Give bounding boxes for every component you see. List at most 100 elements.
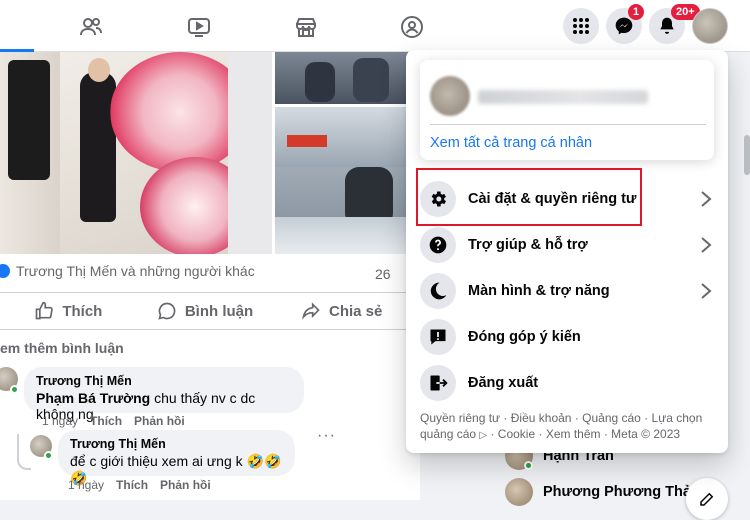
reply-meta: 1 ngày Thích Phản hồi (68, 478, 211, 492)
thumbs-up-icon (35, 301, 54, 320)
comment-count-value: 26 (375, 266, 391, 282)
top-navigation-bar: 1 20+ (0, 0, 750, 52)
menu-item-label: Màn hình & trợ năng (468, 283, 610, 299)
footer-separator: · (600, 427, 612, 441)
grid-icon (573, 18, 589, 34)
new-message-button[interactable] (686, 478, 728, 520)
comment-like-link[interactable]: Thích (90, 414, 122, 428)
share-button[interactable]: Chia sẻ (273, 293, 410, 329)
profile-card: Xem tất cả trang cá nhân (420, 60, 714, 160)
messenger-icon (615, 17, 633, 35)
see-all-profiles-link[interactable]: Xem tất cả trang cá nhân (430, 135, 592, 151)
highlight-box (416, 168, 642, 226)
footer-separator: · (640, 411, 652, 425)
groups-icon[interactable] (395, 10, 429, 44)
comment-count[interactable]: 26 (375, 266, 391, 282)
account-avatar-button[interactable] (692, 8, 728, 44)
footer-more-link[interactable]: Xem thêm (546, 427, 601, 441)
person-shape (305, 62, 335, 102)
messenger-badge: 1 (628, 4, 645, 20)
chevron-right-icon (694, 190, 718, 208)
notifications-button[interactable]: 20+ (649, 4, 700, 44)
online-indicator (44, 451, 53, 460)
like-label: Thích (62, 302, 103, 320)
menu-item-label: Trợ giúp & hỗ trợ (468, 237, 588, 253)
menu-item-help-support[interactable]: Trợ giúp & hỗ trợ (416, 222, 718, 268)
messenger-button[interactable]: 1 (606, 4, 645, 44)
divider (430, 124, 706, 125)
share-icon (302, 302, 320, 320)
reactions-text: Trương Thị Mến và những người khác (16, 263, 255, 279)
profile-avatar[interactable] (430, 76, 470, 116)
news-feed: Trương Thị Mến và những người khác 26 Th… (0, 52, 420, 500)
person-shape (353, 58, 389, 102)
help-icon (420, 227, 456, 263)
menu-item-label: Đóng góp ý kiến (468, 329, 581, 345)
chevron-right-icon (694, 282, 718, 300)
post-photo-bottom-right[interactable] (275, 107, 408, 254)
menu-item-give-feedback[interactable]: Đóng góp ý kiến (416, 314, 718, 360)
chevron-right-icon (694, 236, 718, 254)
logout-icon (420, 365, 456, 401)
like-reaction-icon (0, 264, 10, 278)
comment-button[interactable]: Bình luận (137, 293, 274, 329)
comment-icon (158, 302, 176, 320)
reply-reply-link[interactable]: Phản hồi (160, 478, 211, 492)
comment-label: Bình luận (184, 302, 254, 320)
compose-icon (700, 492, 714, 506)
contact-item[interactable]: Phương Phương Thảo (505, 478, 700, 506)
display-counter (275, 217, 408, 254)
scrollbar-thumb[interactable] (744, 135, 750, 175)
footer-separator: · (571, 411, 583, 425)
footer-separator: · (535, 427, 546, 441)
coat-on-rack (8, 60, 50, 180)
moon-icon (420, 273, 456, 309)
feedback-icon (420, 319, 456, 355)
post-actions-bar: Thích Bình luận Chia sẻ (0, 292, 410, 330)
reply-like-link[interactable]: Thích (116, 478, 148, 492)
menu-item-log-out[interactable]: Đăng xuất (416, 360, 718, 406)
comment-meta: 1 ngày Thích Phản hồi (42, 414, 185, 428)
reply-thread-line (17, 434, 31, 470)
friends-icon[interactable] (74, 10, 108, 44)
woman-figure (80, 72, 116, 222)
ad-choices-icon[interactable]: ▷ (479, 430, 487, 441)
reply-bubble: Trương Thị Mến để c giới thiệu xem ai ưn… (58, 430, 295, 486)
account-menu: Xem tất cả trang cá nhân Cài đặt & quyền… (406, 50, 728, 453)
reply-author[interactable]: Trương Thị Mến (70, 437, 283, 451)
more-options-icon[interactable]: ··· (317, 427, 336, 445)
footer-copyright: Meta © 2023 (611, 427, 681, 441)
contact-name: Phương Phương Thảo (543, 484, 700, 500)
like-button[interactable]: Thích (0, 293, 137, 329)
menu-item-label: Đăng xuất (468, 375, 539, 391)
share-label: Chia sẻ (329, 302, 383, 320)
footer-terms-link[interactable]: Điều khoản (511, 411, 572, 425)
contact-avatar (505, 478, 533, 506)
online-indicator (524, 461, 533, 470)
watch-icon[interactable] (182, 10, 216, 44)
comment-mention[interactable]: Phạm Bá Trường (36, 390, 150, 406)
marketplace-icon[interactable] (289, 10, 323, 44)
menu-grid-button[interactable] (563, 8, 599, 44)
footer-cookie-link[interactable]: Cookie (498, 427, 535, 441)
online-indicator (10, 385, 19, 394)
see-more-comments-link[interactable]: em thêm bình luận (0, 340, 124, 356)
profile-name-blurred[interactable] (478, 90, 648, 104)
comment-bubble: Trương Thị Mến Phạm Bá Trường chu thấy n… (24, 367, 304, 422)
comment-author[interactable]: Trương Thị Mến (36, 374, 292, 388)
post-photo-main[interactable] (0, 52, 272, 254)
reply-time[interactable]: 1 ngày (68, 478, 104, 492)
shop-wall (228, 52, 272, 254)
woman-head (88, 58, 110, 82)
comment-reply-link[interactable]: Phản hồi (134, 414, 185, 428)
menu-item-display-accessibility[interactable]: Màn hình & trợ năng (416, 268, 718, 314)
reactions-summary[interactable]: Trương Thị Mến và những người khác (0, 263, 255, 279)
post-photo-top-right[interactable] (275, 52, 408, 104)
shop-sign (287, 135, 327, 147)
footer-ads-link[interactable]: Quảng cáo (582, 411, 641, 425)
footer-privacy-link[interactable]: Quyền riêng tư (420, 411, 500, 425)
menu-footer-links: Quyền riêng tư · Điều khoản · Quảng cáo … (420, 410, 716, 444)
bell-icon (660, 17, 674, 34)
footer-separator: · (500, 411, 511, 425)
comment-time[interactable]: 1 ngày (42, 414, 78, 428)
